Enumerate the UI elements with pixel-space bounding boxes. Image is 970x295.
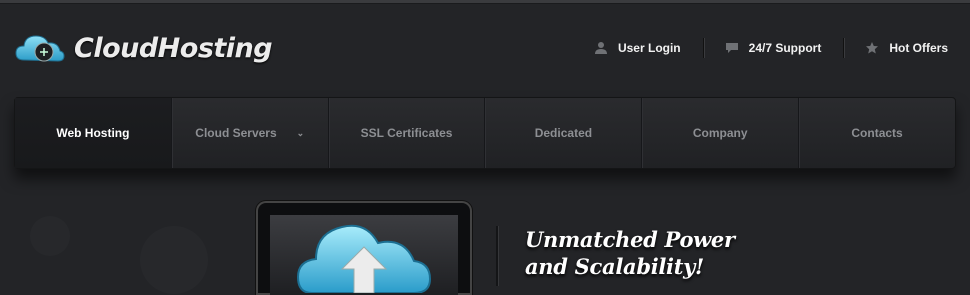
- brand-name: CloudHosting: [74, 32, 273, 64]
- decor-bubble: [140, 226, 208, 294]
- hero-title-line-1: Unmatched Power: [525, 227, 735, 252]
- top-links: User Login 24/7 Support Hot Offers: [574, 36, 970, 60]
- hot-offers-link[interactable]: Hot Offers: [845, 38, 970, 58]
- hero-divider: [496, 226, 499, 286]
- nav-item-dedicated[interactable]: Dedicated: [485, 98, 643, 168]
- nav-label: Contacts: [851, 126, 903, 140]
- user-login-label: User Login: [617, 41, 681, 55]
- logo[interactable]: CloudHosting: [14, 28, 273, 68]
- cloud-upload-icon: [296, 224, 432, 293]
- nav-label: Company: [692, 126, 748, 140]
- decor-bubble: [30, 216, 70, 256]
- nav-label: Cloud Servers: [195, 126, 277, 140]
- hero-title: Unmatched Power and Scalability!: [525, 226, 735, 280]
- user-login-link[interactable]: User Login: [574, 38, 703, 58]
- nav-label: SSL Certificates: [360, 126, 453, 140]
- chevron-down-icon: ⌄: [296, 127, 305, 138]
- nav-item-web-hosting[interactable]: Web Hosting: [15, 98, 172, 168]
- nav-item-contacts[interactable]: Contacts: [799, 98, 955, 168]
- nav-label: Web Hosting: [56, 126, 130, 140]
- user-icon: [594, 41, 608, 55]
- chat-icon: [725, 41, 739, 55]
- main-nav: Web Hosting Cloud Servers ⌄ SSL Certific…: [14, 97, 956, 169]
- hero-title-line-2: and Scalability!: [525, 254, 704, 279]
- support-label: 24/7 Support: [748, 41, 822, 55]
- support-link[interactable]: 24/7 Support: [705, 38, 844, 58]
- nav-item-cloud-servers[interactable]: Cloud Servers ⌄: [172, 98, 329, 168]
- star-icon: [865, 41, 879, 55]
- top-border-shadow: [0, 3, 970, 4]
- cloud-logo-icon: [14, 28, 66, 68]
- nav-label: Dedicated: [534, 126, 593, 140]
- nav-item-company[interactable]: Company: [642, 98, 800, 168]
- hot-offers-label: Hot Offers: [889, 41, 948, 55]
- nav-item-ssl-certificates[interactable]: SSL Certificates: [329, 98, 486, 168]
